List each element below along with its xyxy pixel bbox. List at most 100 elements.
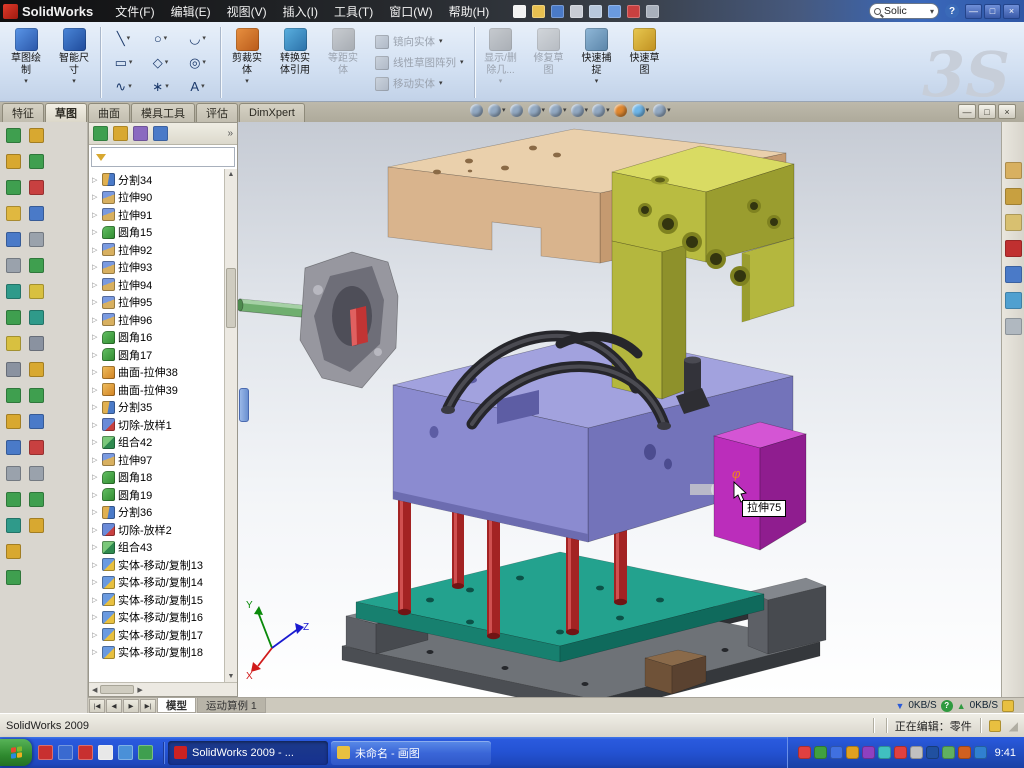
model-side-block[interactable]: φ <box>714 422 806 550</box>
rapid-sketch-button[interactable]: 快速草 图 <box>621 24 669 101</box>
tray-icon[interactable] <box>862 746 875 759</box>
feature-tree-item[interactable]: ▷ 切除-放样1 <box>89 416 224 434</box>
panel-splitter[interactable] <box>239 388 249 422</box>
left-toolbar-icon[interactable] <box>6 518 21 533</box>
appearances-icon[interactable] <box>1005 292 1022 309</box>
feature-tree-item[interactable]: ▷ 曲面-拉伸38 <box>89 364 224 382</box>
rebuild-icon[interactable] <box>627 5 640 18</box>
document-restore-button[interactable]: □ <box>978 104 996 119</box>
feature-tree-item[interactable]: ▷ 实体-移动/复制15 <box>89 591 224 609</box>
expand-icon[interactable]: ▷ <box>92 491 99 499</box>
design-library-icon[interactable] <box>1005 188 1022 205</box>
tray-icon[interactable] <box>894 746 907 759</box>
move-entities-item[interactable]: 移动实体 ▾ <box>375 76 464 91</box>
expand-icon[interactable]: ▷ <box>92 228 99 236</box>
scroll-up-icon[interactable]: ▲ <box>228 171 235 178</box>
graphics-area[interactable]: φ <box>238 122 1001 697</box>
document-minimize-button[interactable]: — <box>958 104 976 119</box>
expand-icon[interactable]: ▷ <box>92 438 99 446</box>
left-toolbar-icon[interactable] <box>29 258 44 273</box>
left-toolbar-icon[interactable] <box>6 310 21 325</box>
help-badge-icon[interactable]: ? <box>941 700 953 712</box>
tab-sketch[interactable]: 草图 <box>45 103 87 122</box>
convert-entities-button[interactable]: 转换实 体引用 <box>271 24 319 101</box>
feature-tree-item[interactable]: ▷ 分割34 <box>89 171 224 189</box>
left-toolbar-icon[interactable] <box>6 336 21 351</box>
expand-icon[interactable]: ▷ <box>92 421 99 429</box>
document-close-button[interactable]: × <box>998 104 1016 119</box>
print-icon[interactable] <box>570 5 583 18</box>
zoom-previous-icon[interactable] <box>510 104 524 117</box>
feature-tree-item[interactable]: ▷ 实体-移动/复制18 <box>89 644 224 662</box>
expand-icon[interactable]: ▷ <box>92 508 99 516</box>
left-toolbar-icon[interactable] <box>6 440 21 455</box>
feature-tree-item[interactable]: ▷ 曲面-拉伸39 <box>89 381 224 399</box>
quick-launch-icon[interactable] <box>58 745 73 760</box>
expand-icon[interactable]: ▷ <box>92 193 99 201</box>
scroll-left-icon[interactable]: ◀ <box>92 686 97 694</box>
left-toolbar-icon[interactable] <box>29 440 44 455</box>
feature-tree-item[interactable]: ▷ 拉伸97 <box>89 451 224 469</box>
file-menu[interactable]: 文件(F) <box>107 0 162 23</box>
tab-mold-tools[interactable]: 模具工具 <box>131 103 195 122</box>
new-document-icon[interactable] <box>513 5 526 18</box>
window-maximize-button[interactable]: □ <box>984 4 1001 19</box>
expand-icon[interactable]: ▷ <box>92 456 99 464</box>
tray-icon[interactable] <box>798 746 811 759</box>
feature-tree-item[interactable]: ▷ 实体-移动/复制13 <box>89 556 224 574</box>
doc-tab-model[interactable]: 模型 <box>157 698 196 713</box>
scrollbar-thumb[interactable] <box>226 268 236 328</box>
text-tool-icon[interactable]: A ▾ <box>179 75 216 99</box>
smart-dimension-button[interactable]: 智能尺 寸 ▾ <box>50 24 98 101</box>
panel-overflow-chevron[interactable]: » <box>227 128 233 139</box>
linear-sketch-pattern-item[interactable]: 线性草图阵列 ▾ <box>375 55 464 70</box>
feature-tree-item[interactable]: ▷ 拉伸95 <box>89 294 224 312</box>
window-menu[interactable]: 窗口(W) <box>381 0 440 23</box>
left-toolbar-icon[interactable] <box>29 518 44 533</box>
expand-icon[interactable]: ▷ <box>92 613 99 621</box>
feature-tree-item[interactable]: ▷ 圆角16 <box>89 329 224 347</box>
left-toolbar-icon[interactable] <box>29 206 44 221</box>
left-toolbar-icon[interactable] <box>29 336 44 351</box>
feature-tree-item[interactable]: ▷ 拉伸90 <box>89 189 224 207</box>
left-toolbar-icon[interactable] <box>6 466 21 481</box>
options-icon[interactable] <box>646 5 659 18</box>
configurationmanager-tab-icon[interactable] <box>133 126 148 141</box>
view-settings-icon[interactable]: ▾ <box>653 104 671 117</box>
window-minimize-button[interactable]: — <box>965 4 982 19</box>
edit-appearance-icon[interactable] <box>614 104 628 117</box>
quick-launch-icon[interactable] <box>138 745 153 760</box>
quick-launch-icon[interactable] <box>98 745 113 760</box>
expand-icon[interactable]: ▷ <box>92 526 99 534</box>
expand-icon[interactable]: ▷ <box>92 298 99 306</box>
expand-icon[interactable]: ▷ <box>92 263 99 271</box>
toolbox-icon[interactable] <box>1005 240 1022 257</box>
left-toolbar-icon[interactable] <box>29 180 44 195</box>
search-dropdown-icon[interactable]: ▾ <box>930 7 934 16</box>
search-box[interactable]: Solic ▾ <box>869 3 939 19</box>
quick-snaps-button[interactable]: 快速捕 捉 ▾ <box>573 24 621 101</box>
tray-icon[interactable] <box>814 746 827 759</box>
tab-scroll-button[interactable]: |◀ <box>89 699 105 713</box>
help-icon[interactable]: ? <box>945 4 959 18</box>
tray-icon[interactable] <box>926 746 939 759</box>
expand-icon[interactable]: ▷ <box>92 351 99 359</box>
expand-icon[interactable]: ▷ <box>92 176 99 184</box>
open-icon[interactable] <box>532 5 545 18</box>
left-toolbar-icon[interactable] <box>29 466 44 481</box>
expand-icon[interactable]: ▷ <box>92 631 99 639</box>
expand-icon[interactable]: ▷ <box>92 333 99 341</box>
tree-vertical-scrollbar[interactable]: ▲ ▼ <box>224 169 237 682</box>
feature-tree-item[interactable]: ▷ 组合43 <box>89 539 224 557</box>
expand-icon[interactable]: ▷ <box>92 578 99 586</box>
expand-icon[interactable]: ▷ <box>92 386 99 394</box>
tray-icon[interactable] <box>830 746 843 759</box>
quick-launch-icon[interactable] <box>118 745 133 760</box>
polygon-tool-icon[interactable]: ◇ ▾ <box>142 51 179 75</box>
expand-icon[interactable]: ▷ <box>92 368 99 376</box>
feature-tree-item[interactable]: ▷ 圆角18 <box>89 469 224 487</box>
search-input[interactable]: Solic <box>884 5 930 17</box>
view-palette-icon[interactable] <box>1005 266 1022 283</box>
left-toolbar-icon[interactable] <box>29 154 44 169</box>
feature-tree-item[interactable]: ▷ 切除-放样2 <box>89 521 224 539</box>
